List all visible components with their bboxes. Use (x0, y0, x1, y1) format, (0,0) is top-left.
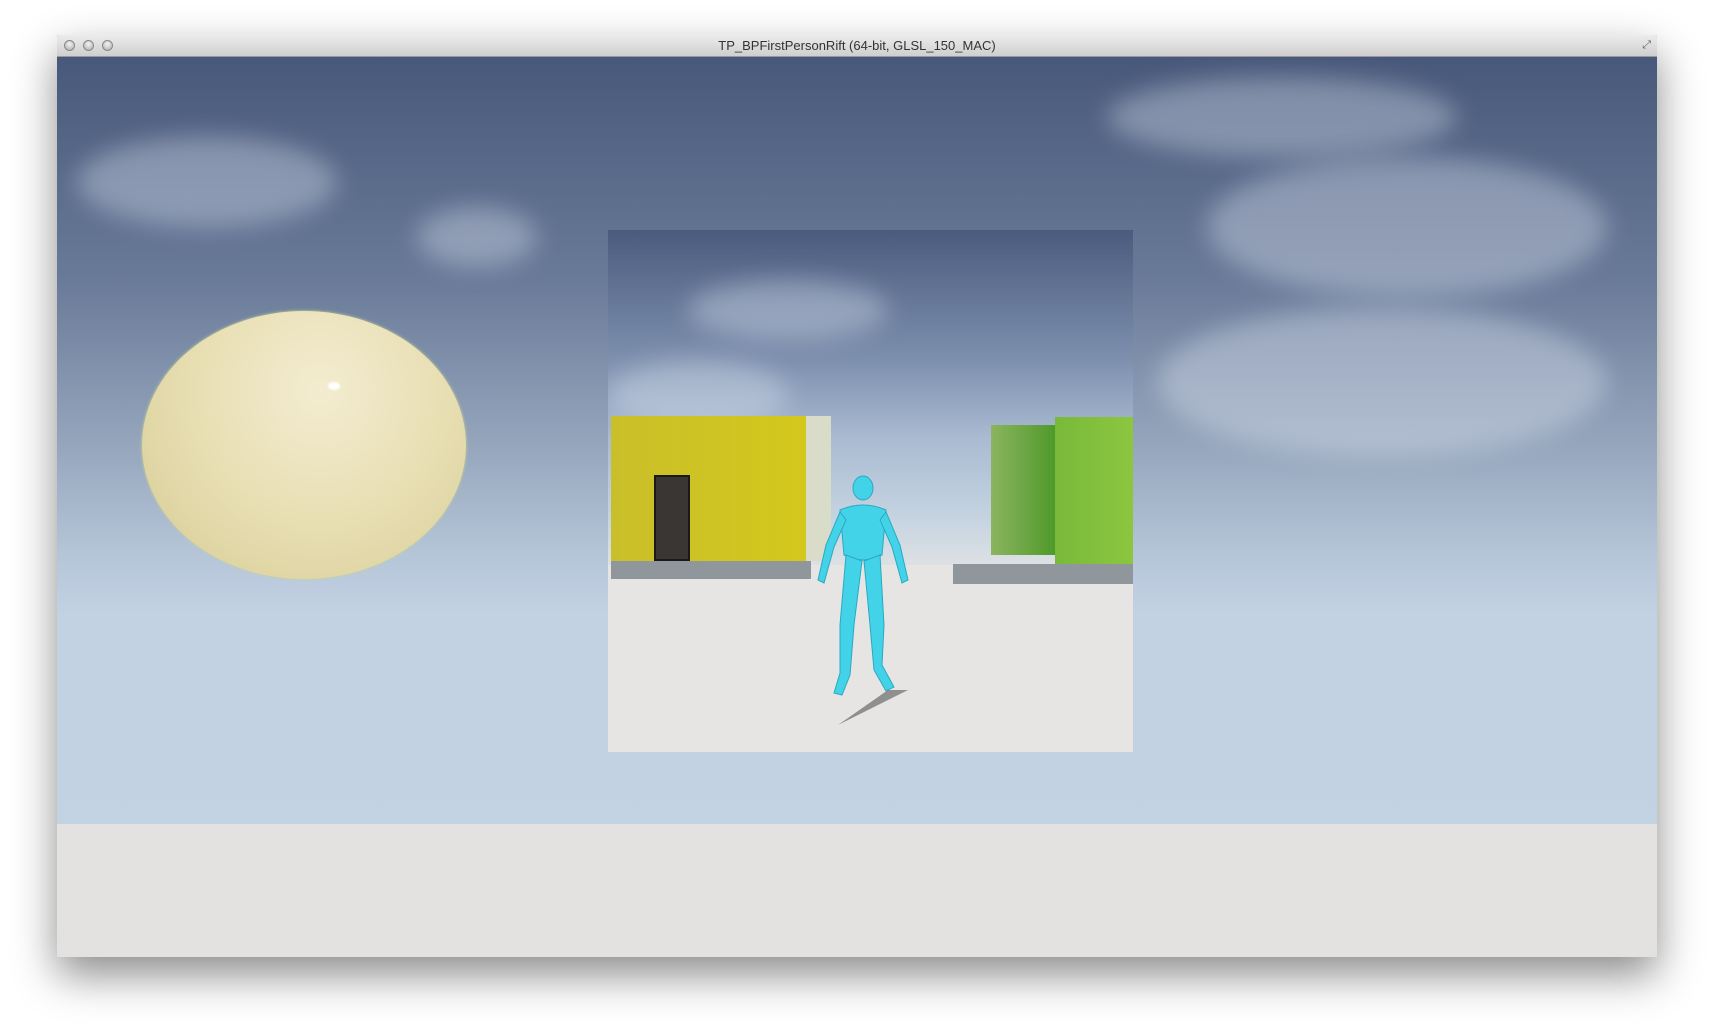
right-arm (879, 511, 909, 584)
cloud (1157, 307, 1607, 457)
cloud (417, 207, 537, 267)
doorway (654, 475, 690, 561)
game-viewport[interactable] (57, 57, 1657, 957)
left-leg (833, 554, 863, 696)
cloud (1107, 77, 1457, 157)
window-title: TP_BPFirstPersonRift (64-bit, GLSL_150_M… (718, 38, 996, 53)
green-building-side (991, 425, 1055, 555)
torso (839, 504, 887, 561)
render-target-portal (608, 230, 1133, 752)
title-bar[interactable]: TP_BPFirstPersonRift (64-bit, GLSL_150_M… (57, 35, 1657, 57)
mannequin-character (817, 475, 909, 725)
app-window: TP_BPFirstPersonRift (64-bit, GLSL_150_M… (57, 35, 1657, 957)
cloud (1207, 157, 1607, 297)
cloud (77, 137, 337, 227)
left-arm (817, 511, 847, 584)
fullscreen-arrows-icon[interactable]: ⤢ (1642, 39, 1651, 52)
specular-highlight (328, 382, 340, 390)
ground-plane (57, 824, 1657, 957)
building-shadow (953, 564, 1133, 584)
reflective-sphere (142, 311, 466, 579)
green-building (1055, 417, 1133, 564)
building-shadow (611, 561, 811, 579)
right-leg (863, 554, 895, 692)
head (852, 475, 874, 501)
character-shadow (838, 690, 908, 725)
yellow-building (611, 416, 806, 561)
cloud (688, 280, 888, 340)
